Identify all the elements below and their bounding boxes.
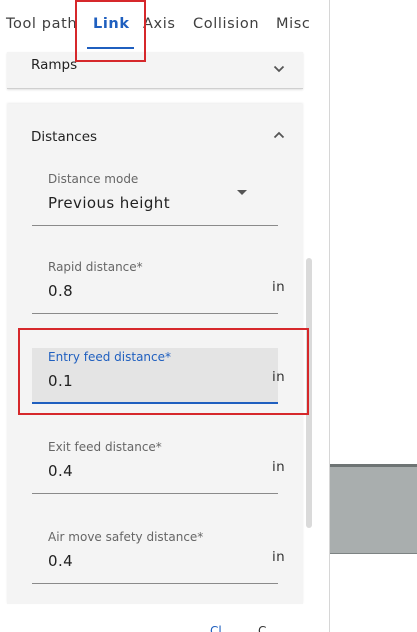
- properties-panel: Tool path Link Axis Collision Misc Ramps…: [0, 0, 329, 632]
- tab-axis[interactable]: Axis: [143, 16, 175, 32]
- footer-link-2[interactable]: C: [258, 624, 266, 632]
- exit-feed-distance-field[interactable]: Exit feed distance* 0.4: [32, 438, 278, 494]
- entry-feed-distance-value[interactable]: 0.1: [48, 372, 73, 390]
- rapid-distance-value[interactable]: 0.8: [48, 282, 73, 300]
- exit-feed-distance-label: Exit feed distance*: [48, 440, 162, 454]
- active-tab-indicator: [87, 47, 134, 49]
- chevron-down-icon[interactable]: [270, 60, 288, 78]
- air-move-safety-distance-unit: in: [272, 549, 286, 565]
- rapid-distance-label: Rapid distance*: [48, 260, 143, 274]
- distance-mode-select[interactable]: Distance mode Previous height: [32, 170, 278, 226]
- distances-section: Distances Distance mode Previous height …: [7, 104, 303, 604]
- distance-mode-label: Distance mode: [48, 172, 139, 186]
- viewport-model-block: [330, 464, 417, 554]
- ramps-section-title: Ramps: [31, 57, 78, 73]
- rapid-distance-unit: in: [272, 279, 286, 295]
- tab-misc[interactable]: Misc: [276, 16, 310, 32]
- chevron-up-icon[interactable]: [270, 126, 288, 144]
- dropdown-caret-icon[interactable]: [237, 190, 247, 195]
- exit-feed-distance-unit: in: [272, 459, 286, 475]
- panel-scrollbar[interactable]: [306, 258, 312, 528]
- entry-feed-distance-label: Entry feed distance*: [48, 350, 172, 364]
- entry-feed-distance-unit: in: [272, 369, 286, 385]
- air-move-safety-distance-label: Air move safety distance*: [48, 530, 204, 544]
- ramps-section-header[interactable]: Ramps: [7, 52, 303, 89]
- distances-section-title: Distances: [31, 129, 98, 145]
- distance-mode-value: Previous height: [48, 194, 170, 212]
- footer-link-1[interactable]: Cl: [210, 624, 222, 632]
- tab-bar: Tool path Link Axis Collision Misc: [0, 0, 329, 50]
- tab-collision[interactable]: Collision: [193, 16, 259, 32]
- tab-tool-path[interactable]: Tool path: [6, 16, 77, 32]
- air-move-safety-distance-value[interactable]: 0.4: [48, 552, 73, 570]
- entry-feed-distance-field[interactable]: Entry feed distance* 0.1: [32, 348, 278, 404]
- rapid-distance-field[interactable]: Rapid distance* 0.8: [32, 258, 278, 314]
- exit-feed-distance-value[interactable]: 0.4: [48, 462, 73, 480]
- tab-link[interactable]: Link: [93, 16, 130, 32]
- air-move-safety-distance-field[interactable]: Air move safety distance* 0.4: [32, 528, 278, 584]
